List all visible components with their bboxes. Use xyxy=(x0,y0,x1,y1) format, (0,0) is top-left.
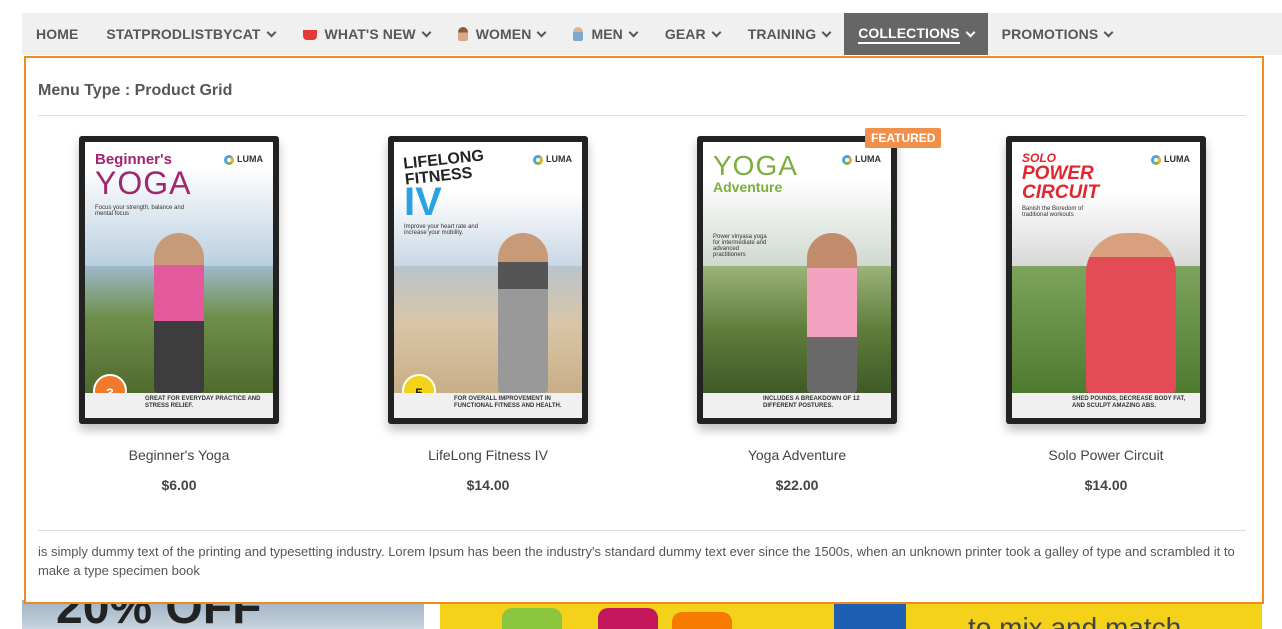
product-image[interactable]: LIFELONG FITNESS IV Improve your heart r… xyxy=(388,136,588,424)
cover-title: LIFELONG FITNESS IV Improve your heart r… xyxy=(402,147,485,236)
chevron-down-icon xyxy=(821,27,832,37)
nav-item-whats-new[interactable]: WHAT'S NEW xyxy=(289,13,444,55)
nav-label: STATPRODLISTBYCAT xyxy=(106,26,261,42)
nav-label: HOME xyxy=(36,26,79,42)
nav-item-gear[interactable]: GEAR xyxy=(651,13,734,55)
chevron-down-icon xyxy=(536,27,547,37)
model-figure xyxy=(154,233,204,394)
product-card[interactable]: SOLO POWER CIRCUIT Banish the Boredom of… xyxy=(956,128,1256,498)
featured-badge: FEATURED xyxy=(865,128,942,148)
model-figure xyxy=(498,233,548,394)
promo-left-text: 20% OFF xyxy=(56,600,262,629)
product-card[interactable]: Beginner's YOGA Focus your strength, bal… xyxy=(29,128,329,498)
panel-description: is simply dummy text of the printing and… xyxy=(38,544,1235,578)
pants-graphic xyxy=(834,600,906,629)
product-name[interactable]: Beginner's Yoga xyxy=(29,447,329,463)
cover-footer: SHED POUNDS, DECREASE BODY FAT, AND SCUL… xyxy=(1012,393,1200,418)
man-icon xyxy=(573,27,584,41)
cover-footer: FOR OVERALL IMPROVEMENT IN FUNCTIONAL FI… xyxy=(394,393,582,418)
product-grid: Beginner's YOGA Focus your strength, bal… xyxy=(26,128,1262,498)
product-price: $14.00 xyxy=(1084,477,1128,493)
product-image[interactable]: SOLO POWER CIRCUIT Banish the Boredom of… xyxy=(1006,136,1206,424)
divider xyxy=(38,115,1246,116)
nav-item-home[interactable]: HOME xyxy=(22,13,92,55)
model-figure xyxy=(1086,233,1176,394)
mega-menu-panel: Menu Type : Product Grid Beginner's YOGA… xyxy=(24,56,1264,604)
cover-title: Beginner's YOGA Focus your strength, bal… xyxy=(95,151,192,217)
chevron-down-icon xyxy=(1103,27,1114,37)
luma-logo: LUMA xyxy=(533,154,572,165)
promo-banner-left[interactable]: 20% OFF xyxy=(22,600,424,629)
nav-label: MEN xyxy=(591,26,623,42)
product-image[interactable]: Beginner's YOGA Focus your strength, bal… xyxy=(79,136,279,424)
product-card[interactable]: LIFELONG FITNESS IV Improve your heart r… xyxy=(338,128,638,498)
promo-right-text: to mix and match xyxy=(968,612,1182,629)
product-price: $6.00 xyxy=(161,477,197,493)
nav-label: GEAR xyxy=(664,26,706,42)
nav-item-promotions[interactable]: PROMOTIONS xyxy=(988,13,1127,55)
nav-item-training[interactable]: TRAINING xyxy=(734,13,844,55)
nav-label: PROMOTIONS xyxy=(1001,26,1099,42)
chevron-down-icon xyxy=(266,27,276,37)
menu-type-heading: Menu Type : Product Grid xyxy=(38,82,233,99)
divider xyxy=(38,530,1246,531)
main-navigation: HOME STATPRODLISTBYCAT WHAT'S NEW WOMEN … xyxy=(22,13,1282,55)
product-price: $14.00 xyxy=(466,477,510,493)
tee-graphic-2 xyxy=(672,612,732,629)
chevron-down-icon xyxy=(421,27,432,37)
tee-graphic xyxy=(502,608,562,629)
luma-logo: LUMA xyxy=(224,154,263,165)
chevron-down-icon xyxy=(628,27,639,37)
nav-label: WOMEN xyxy=(475,26,532,42)
chevron-down-icon xyxy=(711,27,722,37)
cover-footer: GREAT FOR EVERYDAY PRACTICE AND STRESS R… xyxy=(85,393,273,418)
product-card[interactable]: FEATURED YOGA Adventure Power vinyasa yo… xyxy=(647,128,947,498)
nav-item-collections[interactable]: COLLECTIONS xyxy=(844,13,988,55)
nav-item-statprodlistbycat[interactable]: STATPRODLISTBYCAT xyxy=(92,13,288,55)
nav-label: TRAINING xyxy=(747,26,817,42)
nav-label: COLLECTIONS xyxy=(858,25,960,44)
luma-logo: LUMA xyxy=(1151,154,1190,165)
product-name[interactable]: LifeLong Fitness IV xyxy=(338,447,638,463)
cover-title: SOLO POWER CIRCUIT Banish the Boredom of… xyxy=(1022,151,1100,218)
nav-item-women[interactable]: WOMEN xyxy=(444,13,560,55)
product-price: $22.00 xyxy=(775,477,819,493)
cover-title: YOGA Adventure Power vinyasa yoga for in… xyxy=(713,150,798,259)
product-name[interactable]: Solo Power Circuit xyxy=(956,447,1256,463)
woman-icon xyxy=(457,27,468,41)
product-image[interactable]: YOGA Adventure Power vinyasa yoga for in… xyxy=(697,136,897,424)
product-name[interactable]: Yoga Adventure xyxy=(647,447,947,463)
nav-label: WHAT'S NEW xyxy=(324,26,416,42)
promo-banner-right[interactable]: to mix and match xyxy=(440,600,1262,629)
basket-icon xyxy=(302,30,317,40)
chevron-down-icon xyxy=(965,27,976,37)
model-figure xyxy=(807,233,857,394)
nav-item-men[interactable]: MEN xyxy=(559,13,650,55)
luma-logo: LUMA xyxy=(842,154,881,165)
cover-footer: INCLUDES A BREAKDOWN OF 12 DIFFERENT POS… xyxy=(703,393,891,418)
tank-graphic xyxy=(598,608,658,629)
